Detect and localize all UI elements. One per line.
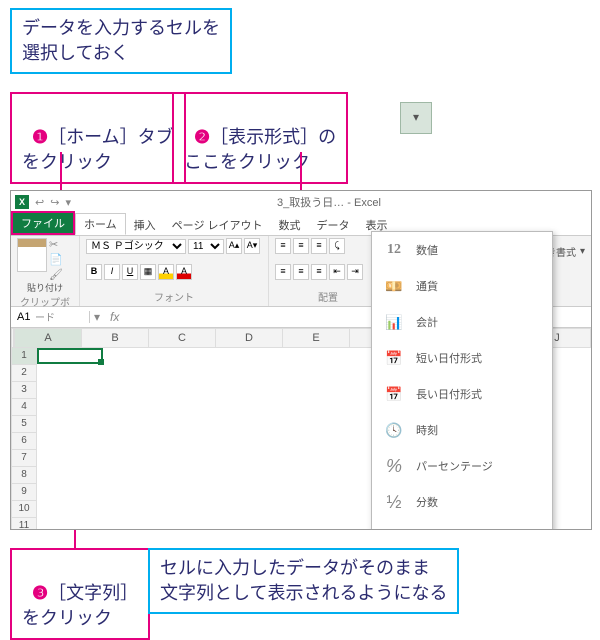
exponent-icon: 10²	[382, 526, 406, 530]
row-11[interactable]: 11	[11, 518, 37, 530]
tab-page-layout[interactable]: ページ レイアウト	[164, 215, 271, 235]
nf-currency[interactable]: 💴通貨	[372, 268, 552, 304]
border-button[interactable]: ▦	[140, 264, 156, 280]
col-E[interactable]: E	[283, 328, 350, 348]
long-date-icon: 📅	[382, 382, 406, 406]
row-9[interactable]: 9	[11, 484, 37, 501]
callout-step1: ❶［ホーム］タブ をクリック	[10, 92, 186, 184]
nf-fraction[interactable]: ½分数	[372, 484, 552, 520]
nf-numeric[interactable]: 12数値	[372, 232, 552, 268]
callout-step3: ❸［文字列］ をクリック	[10, 548, 150, 640]
align-center-icon[interactable]: ≡	[293, 264, 309, 280]
underline-button[interactable]: U	[122, 264, 138, 280]
tab-home[interactable]: ホーム	[75, 213, 126, 235]
row-10[interactable]: 10	[11, 501, 37, 518]
step-number-2: ❷	[194, 127, 210, 147]
indent-inc-icon[interactable]: ⇥	[347, 264, 363, 280]
callout-step2: ❷［表示形式］の ここをクリック	[172, 92, 348, 184]
font-size-select[interactable]: 11	[188, 239, 224, 254]
connector-line-2	[300, 152, 302, 192]
currency-icon: 💴	[382, 274, 406, 298]
row-8[interactable]: 8	[11, 467, 37, 484]
excel-icon: X	[15, 195, 29, 209]
fraction-icon: ½	[382, 490, 406, 514]
nf-percentage[interactable]: %パーセンテージ	[372, 448, 552, 484]
number-format-dropdown: 12数値 💴通貨 📊会計 📅短い日付形式 📅長い日付形式 🕓時刻 %パーセンテー…	[371, 231, 553, 530]
orientation-icon[interactable]: ⤹	[329, 238, 345, 254]
group-font: ＭＳ Ｐゴシック 11 A▴ A▾ B I U ▦ A A フォント	[80, 236, 269, 306]
align-top-icon[interactable]: ≡	[275, 238, 291, 254]
row-5[interactable]: 5	[11, 416, 37, 433]
paste-label: 貼り付け	[17, 281, 73, 294]
paste-icon[interactable]	[17, 238, 47, 272]
font-color-button[interactable]: A	[176, 264, 192, 280]
align-left-icon[interactable]: ≡	[275, 264, 291, 280]
numeric-icon: 12	[382, 238, 406, 262]
decrease-font-icon[interactable]: A▾	[244, 238, 260, 254]
indent-dec-icon[interactable]: ⇤	[329, 264, 345, 280]
nf-accounting[interactable]: 📊会計	[372, 304, 552, 340]
cut-icon[interactable]: ✂	[49, 238, 63, 251]
short-date-icon: 📅	[382, 346, 406, 370]
accounting-icon: 📊	[382, 310, 406, 334]
row-6[interactable]: 6	[11, 433, 37, 450]
tab-formulas[interactable]: 数式	[271, 215, 309, 235]
percent-icon: %	[382, 454, 406, 478]
font-name-select[interactable]: ＭＳ Ｐゴシック	[86, 239, 186, 254]
group-align-label: 配置	[275, 289, 381, 304]
bold-button[interactable]: B	[86, 264, 102, 280]
format-painter-icon[interactable]: 🖌	[49, 268, 63, 281]
align-bot-icon[interactable]: ≡	[311, 238, 327, 254]
callout-intro: データを入力するセルを 選択しておく	[10, 8, 232, 74]
align-mid-icon[interactable]: ≡	[293, 238, 309, 254]
increase-font-icon[interactable]: A▴	[226, 238, 242, 254]
step-number-3: ❸	[32, 583, 48, 603]
row-2[interactable]: 2	[11, 365, 37, 382]
tab-file[interactable]: ファイル	[11, 211, 75, 235]
row-3[interactable]: 3	[11, 382, 37, 399]
fill-color-button[interactable]: A	[158, 264, 174, 280]
row-headers[interactable]: 1 2 3 4 5 6 7 8 9 10 11 12 13 14	[11, 348, 37, 530]
selected-cell-A1[interactable]	[37, 348, 103, 364]
step-number-1: ❶	[32, 127, 48, 147]
nf-time[interactable]: 🕓時刻	[372, 412, 552, 448]
italic-button[interactable]: I	[104, 264, 120, 280]
nf-long-date[interactable]: 📅長い日付形式	[372, 376, 552, 412]
qat-undo-icon[interactable]: ↩	[35, 196, 44, 209]
group-font-label: フォント	[86, 289, 262, 304]
tab-data[interactable]: データ	[309, 215, 358, 235]
col-D[interactable]: D	[216, 328, 283, 348]
excel-window: X ↩ ↪ ▾ 3_取扱う日… - Excel ファイル ホーム 挿入 ページ …	[10, 190, 592, 530]
row-7[interactable]: 7	[11, 450, 37, 467]
callout-result: セルに入力したデータがそのまま 文字列として表示されるようになる	[148, 548, 459, 614]
dropdown-button-sample: ▾	[400, 102, 432, 134]
tab-insert[interactable]: 挿入	[126, 215, 164, 235]
quick-access-toolbar: ↩ ↪ ▾	[35, 196, 71, 209]
nf-exponent[interactable]: 10²指数	[372, 520, 552, 530]
qat-redo-icon[interactable]: ↪	[50, 196, 59, 209]
title-bar: X ↩ ↪ ▾ 3_取扱う日… - Excel	[11, 191, 591, 213]
nf-short-date[interactable]: 📅短い日付形式	[372, 340, 552, 376]
col-C[interactable]: C	[149, 328, 216, 348]
col-A[interactable]: A	[14, 328, 82, 348]
fx-icon[interactable]: fx	[104, 310, 125, 324]
name-box-dropdown-icon[interactable]: ▾	[90, 310, 104, 324]
window-title: 3_取扱う日… - Excel	[71, 194, 587, 210]
row-4[interactable]: 4	[11, 399, 37, 416]
time-icon: 🕓	[382, 418, 406, 442]
align-right-icon[interactable]: ≡	[311, 264, 327, 280]
row-1[interactable]: 1	[11, 348, 37, 365]
group-clipboard-label: クリップボード	[17, 294, 73, 324]
col-B[interactable]: B	[82, 328, 149, 348]
copy-icon[interactable]: 📄	[49, 253, 63, 266]
group-clipboard: ✂ 📄 🖌 貼り付け クリップボード	[11, 236, 80, 306]
